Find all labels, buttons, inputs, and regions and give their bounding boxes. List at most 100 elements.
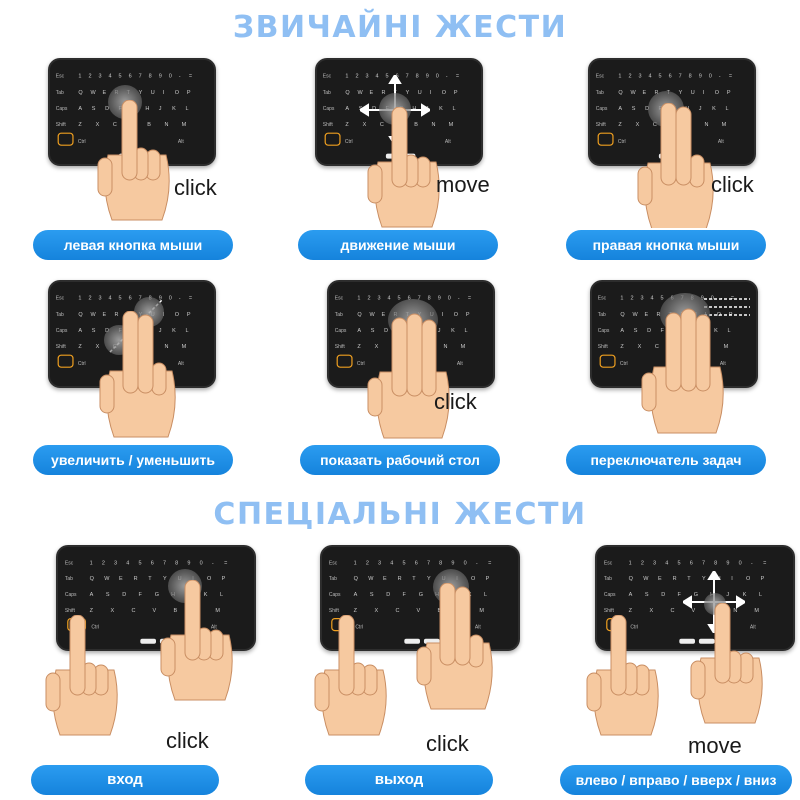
keyboard-key-label: Ctrl	[618, 139, 626, 145]
gesture-word: click	[174, 175, 217, 200]
keyboard-key: -	[751, 560, 753, 566]
keyboard-key: 0	[448, 296, 451, 302]
keyboard-key-label: Esc	[56, 296, 65, 302]
keyboard-key: O	[746, 576, 751, 582]
keyboard-key: Z	[354, 608, 358, 614]
finger-shape	[122, 311, 139, 394]
keyboard-key: Z	[620, 344, 624, 350]
keyboard-key: Q	[78, 312, 83, 318]
keyboard-key: 9	[159, 74, 162, 80]
finger-shape	[69, 615, 86, 696]
keyboard-key: 6	[415, 560, 418, 566]
gesture-card-left-click: Esc1234567890-=TabQWERTYUIOPCapsASDFGHJK…	[30, 55, 233, 260]
keyboard-key: -	[476, 560, 478, 566]
keyboard-key: =	[488, 560, 491, 566]
keyboard-key: S	[370, 592, 374, 598]
gesture-card-navigate: Esc1234567890-=TabQWERTYUIOPCapsASDFGHJK…	[560, 545, 795, 795]
dpad-key-icon	[599, 354, 616, 368]
keyboard-key: 0	[739, 560, 742, 566]
keyboard-key: D	[122, 592, 126, 598]
keyboard-key: A	[618, 106, 622, 112]
keyboard-key: 2	[102, 560, 105, 566]
keyboard-key: 4	[651, 296, 654, 302]
keyboard-key: E	[119, 576, 123, 582]
keyboard-key: M	[722, 122, 727, 128]
keyboard-key: S	[645, 592, 649, 598]
keyboard-key: 0	[436, 74, 439, 80]
keyboard-key: O	[175, 90, 180, 96]
keyboard-key-label: Tab	[598, 312, 606, 318]
keyboard-key-label: Shift	[335, 344, 346, 350]
keyboard-key: 8	[689, 74, 692, 80]
keyboard-key: 1	[345, 74, 348, 80]
gesture-label-pill: влево / вправо / вверх / вниз	[560, 765, 792, 795]
keyboard-key-label: Tab	[329, 576, 337, 582]
keyboard-key-label: Tab	[596, 90, 604, 96]
keyboard-key: -	[179, 296, 181, 302]
gesture-word: click	[426, 731, 469, 756]
keyboard-key-label: Shift	[56, 122, 67, 128]
gesture-label-pill: вход	[31, 765, 219, 795]
keyboard-key: 0	[709, 74, 712, 80]
keyboard-key: Y	[679, 90, 683, 96]
finger-shape	[454, 586, 471, 666]
finger-shape	[637, 166, 653, 206]
finger-shape	[99, 374, 115, 414]
keyboard-key: Z	[345, 122, 349, 128]
finger-shape	[610, 615, 627, 696]
keyboard-key: 4	[109, 74, 112, 80]
keyboard-key-label: Esc	[598, 296, 607, 302]
keyboard-key: 3	[378, 560, 381, 566]
keyboard-key: 6	[690, 560, 693, 566]
keyboard-key: 1	[90, 560, 93, 566]
keyboard-key: 9	[438, 296, 441, 302]
gesture-word: click	[166, 728, 209, 753]
keyboard-key: E	[658, 576, 662, 582]
keyboard-key: =	[189, 296, 192, 302]
keyboard-key-label: Esc	[335, 296, 344, 302]
keyboard-key: O	[442, 90, 447, 96]
keyboard-key: 7	[427, 560, 430, 566]
finger-shape	[160, 637, 176, 677]
keyboard-key: =	[189, 74, 192, 80]
keyboard-key-label: Caps	[329, 592, 341, 598]
keyboard-key-label: Tab	[335, 312, 343, 318]
keyboard-key: 0	[169, 74, 172, 80]
keyboard-key: 2	[630, 296, 633, 302]
keyboard-key: =	[224, 560, 227, 566]
keyboard-key: 6	[151, 560, 154, 566]
keyboard-key: 1	[618, 74, 621, 80]
finger-shape	[97, 157, 113, 197]
keyboard-key-label: Ctrl	[345, 139, 353, 145]
gesture-card-mouse-move: Esc1234567890-=TabQWERTYUIOPCapsASDFGHJK…	[298, 55, 500, 260]
finger-shape	[641, 372, 657, 412]
keyboard-key-label: Shift	[604, 608, 615, 614]
keyboard-key: Z	[78, 122, 82, 128]
keyboard-key-label: Shift	[323, 122, 334, 128]
keyboard-key: F	[403, 592, 407, 598]
finger-shape	[468, 634, 484, 668]
keyboard-key: 1	[357, 296, 360, 302]
keyboard-key: F	[678, 592, 682, 598]
heading-special-gestures: СПЕЦІАЛЬНІ ЖЕСТИ	[213, 497, 587, 532]
keyboard-key: Z	[357, 344, 361, 350]
keyboard-key-label: Tab	[56, 312, 64, 318]
keyboard-key-label: Esc	[596, 74, 605, 80]
gesture-label-pill: переключатель задач	[566, 445, 766, 475]
keyboard-key: Q	[620, 312, 625, 318]
keyboard-key: 2	[367, 296, 370, 302]
gesture-label-pill: показать рабочий стол	[300, 445, 500, 475]
keyboard-key: D	[661, 592, 665, 598]
keyboard-key: -	[446, 74, 448, 80]
keyboard-key: =	[456, 74, 459, 80]
finger-shape	[680, 308, 697, 392]
keyboard-key-label: Ctrl	[78, 139, 86, 145]
keyboard-key: M	[182, 122, 187, 128]
finger-shape	[586, 672, 602, 712]
gesture-word: click	[711, 172, 754, 197]
finger-shape	[391, 317, 408, 397]
keyboard-key: L	[464, 328, 467, 334]
keyboard-key: Z	[629, 608, 633, 614]
finger-shape	[391, 107, 408, 188]
keyboard-key: P	[486, 576, 490, 582]
